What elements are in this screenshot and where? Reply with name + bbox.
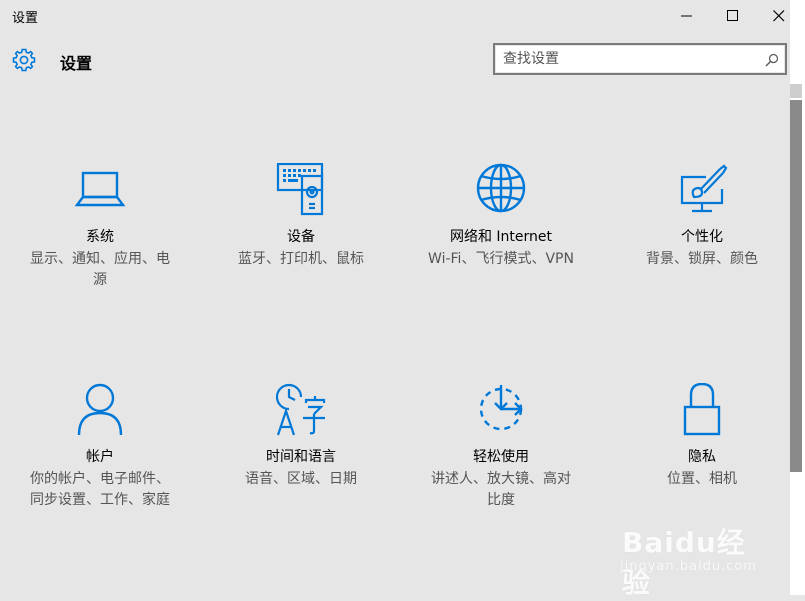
gear-icon [12,48,36,72]
scrollbar-thumb[interactable] [790,100,802,472]
tile-network[interactable]: 网络和 Internet Wi-Fi、飞行模式、VPN [416,163,586,323]
tile-system-desc: 显示、通知、应用、电 源 [15,249,185,291]
tile-time-language-desc-line1: 语音、区域、日期 [245,471,357,487]
lock-icon [676,382,728,439]
tile-system-desc-line1: 显示、通知、应用、电 [30,251,170,267]
tile-personalization-name: 个性化 [681,229,723,245]
scrollbar-up-area[interactable] [790,84,802,98]
tile-personalization-desc: 背景、锁屏、颜色 [617,249,787,270]
globe-icon [475,163,527,219]
personalization-icon [676,163,728,219]
tile-accounts[interactable]: 帐户 你的帐户、电子邮件、 同步设置、工作、家庭 [15,383,185,543]
tile-time-language[interactable]: 时间和语言 语音、区域、日期 [216,383,386,543]
tile-privacy-desc: 位置、相机 [617,469,787,490]
tile-network-desc: Wi-Fi、飞行模式、VPN [416,249,586,270]
tile-devices[interactable]: 设备 蓝牙、打印机、鼠标 [216,162,386,323]
ease-of-access-icon [475,383,527,439]
tile-network-desc-line1: Wi-Fi、飞行模式、VPN [428,251,574,267]
tile-accounts-desc-line2: 同步设置、工作、家庭 [30,492,170,508]
tile-privacy-name: 隐私 [688,449,716,465]
maximize-icon [727,10,738,21]
tile-devices-desc-line1: 蓝牙、打印机、鼠标 [238,251,364,267]
tile-time-language-name: 时间和语言 [266,449,336,465]
tile-time-language-desc: 语音、区域、日期 [216,469,386,490]
watermark-subtext: jingyan.baidu.com [620,559,757,574]
tile-accounts-name: 帐户 [86,449,114,465]
search-icon[interactable] [765,52,779,71]
tile-system-name: 系统 [86,229,114,245]
window-title: 设置 [12,11,39,26]
search-box[interactable] [493,43,787,75]
tile-ease-of-access-desc-line1: 讲述人、放大镜、高对 [431,471,571,487]
page-title: 设置 [60,54,93,73]
tile-ease-of-access-desc: 讲述人、放大镜、高对 比度 [416,469,586,511]
tile-privacy-desc-line1: 位置、相机 [667,471,737,487]
devices-icon [275,162,327,219]
laptop-icon [74,163,126,219]
person-icon [74,383,126,439]
minimize-button[interactable] [664,0,710,32]
baidu-watermark: Baidu经验 jingyan.baidu.com [612,505,772,599]
tile-accounts-desc: 你的帐户、电子邮件、 同步设置、工作、家庭 [15,469,185,511]
tile-system[interactable]: 系统 显示、通知、应用、电 源 [15,163,185,323]
tile-devices-name: 设备 [287,229,315,245]
tile-ease-of-access-desc-line2: 比度 [487,492,515,508]
tile-ease-of-access-name: 轻松使用 [473,449,529,465]
close-icon [773,10,785,22]
maximize-button[interactable] [710,0,756,32]
tile-personalization-desc-line1: 背景、锁屏、颜色 [646,251,758,267]
tile-personalization[interactable]: 个性化 背景、锁屏、颜色 [617,163,787,323]
tile-accounts-desc-line1: 你的帐户、电子邮件、 [30,471,170,487]
tile-ease-of-access[interactable]: 轻松使用 讲述人、放大镜、高对 比度 [416,383,586,543]
title-bar[interactable]: 设置 [0,0,790,32]
minimize-icon [681,15,692,17]
tile-system-desc-line2: 源 [93,272,107,288]
search-input[interactable] [503,49,753,69]
time-language-icon [275,383,327,439]
tile-devices-desc: 蓝牙、打印机、鼠标 [216,249,386,270]
tile-network-name: 网络和 Internet [449,229,553,245]
